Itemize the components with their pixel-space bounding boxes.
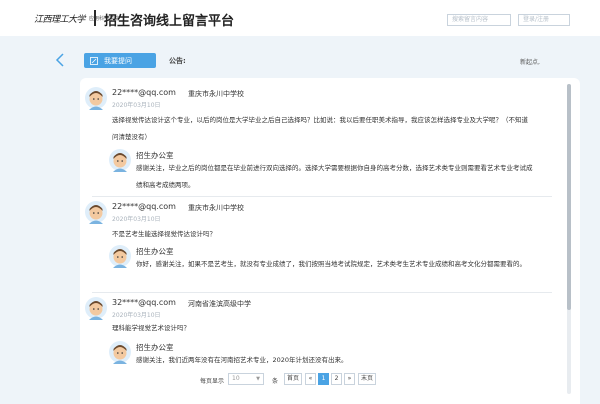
message-date: 2020年03月10日 [112,216,161,223]
admin-avatar-icon [109,341,131,364]
message-email: 22****@qq.com [112,88,176,97]
edit-icon [90,56,98,65]
notice-text: 新起点, [520,59,540,66]
back-arrow-icon[interactable] [54,53,66,67]
per-page-value: 10 [232,375,240,382]
message-email: 22****@qq.com [112,202,176,211]
per-page-unit: 条 [272,378,279,385]
page-title: 招生咨询线上留言平台 [104,14,235,29]
message-divider [92,196,552,197]
page-1-button[interactable]: 1 [318,373,329,385]
message-school: 河南省淮滨高级中学 [188,300,251,308]
prev-page-button[interactable]: « [305,373,316,385]
message-email: 32****@qq.com [112,298,176,307]
notice-label: 公告: [169,57,186,65]
per-page-select[interactable]: 10 ▼ [228,373,264,385]
login-field[interactable]: 登录/注册 [518,14,570,26]
admin-avatar-icon [109,149,131,172]
user-avatar-icon [85,87,107,110]
user-avatar-icon [85,201,107,224]
header: 江西理工大学 应用科学学院 招生咨询线上留言平台 搜索留言内容 登录/注册 [0,0,600,36]
reply-text: 感谢关注，我们近两年没有在河南招艺术专业，2020年计划还没有出来。 [136,356,348,364]
admin-avatar-icon [109,245,131,268]
message-date: 2020年03月10日 [112,312,161,319]
user-avatar-icon [85,297,107,320]
page-2-button[interactable]: 2 [331,373,342,385]
scrollbar[interactable] [567,84,571,394]
header-divider [94,10,96,26]
search-input[interactable]: 搜索留言内容 [447,14,511,26]
last-page-button[interactable]: 末页 [358,373,376,385]
message-question: 不是艺考生能选择视觉传达设计吗？ [112,230,216,238]
ask-question-label: 我要提问 [104,56,132,65]
logo-text: 江西理工大学 [34,15,86,25]
message-question: 选择视觉传达设计这个专业，以后的岗位是大学毕业之后自己选择吗？比如说：我以后要任… [112,116,528,141]
scrollbar-thumb[interactable] [567,84,571,310]
message-question: 理科能学视觉艺术设计吗？ [112,324,190,332]
first-page-button[interactable]: 首页 [284,373,302,385]
ask-question-button[interactable]: 我要提问 [84,53,156,68]
reply-text: 你好，感谢关注，如果不是艺考生，就没有专业成绩了，我们按照当地考试院规定，艺术类… [136,260,526,268]
message-school: 重庆市永川中学校 [188,204,244,212]
per-page-label: 每页显示 [200,378,225,385]
message-date: 2020年03月10日 [112,102,161,109]
message-school: 重庆市永川中学校 [188,90,244,98]
reply-text: 感谢关注，毕业之后的岗位都是在毕业前进行双向选择的。选择大学需要根据你自身的高考… [136,164,533,189]
message-divider [92,292,552,293]
chevron-down-icon: ▼ [256,376,260,382]
next-page-button[interactable]: » [344,373,355,385]
